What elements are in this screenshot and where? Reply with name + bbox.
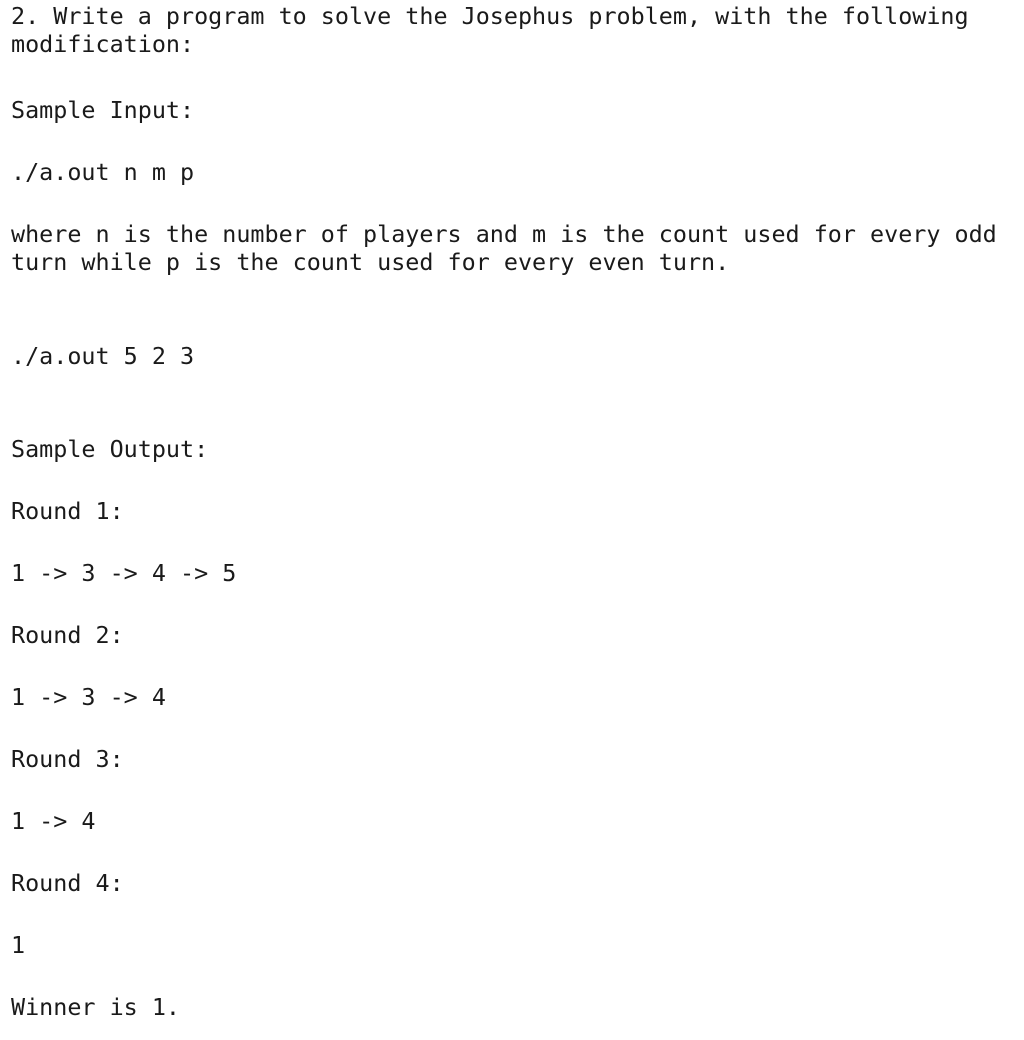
round-4-heading: Round 4:	[11, 869, 124, 897]
round-3-sequence-line-1: 1 -> 4	[11, 807, 96, 835]
sample-input-heading-line-1: Sample Input:	[11, 96, 195, 124]
usage-line: ./a.out n m p	[11, 158, 194, 186]
example-invocation: ./a.out 5 2 3	[11, 342, 194, 370]
question-prompt-line-2: modification:	[11, 30, 195, 58]
round-4-heading-line-1: Round 4:	[11, 869, 124, 897]
sample-output-heading-line-1: Sample Output:	[11, 435, 209, 463]
round-2-sequence: 1 -> 3 -> 4	[11, 683, 166, 711]
round-2-heading-line-1: Round 2:	[11, 621, 124, 649]
round-1-sequence-line-1: 1 -> 3 -> 4 -> 5	[11, 559, 237, 587]
round-4-sequence-line-1: 1	[11, 931, 26, 959]
document-body: 2. Write a program to solve the Josephus…	[0, 0, 1024, 1040]
parameter-description: where n is the number of players and m i…	[11, 220, 997, 276]
round-1-sequence: 1 -> 3 -> 4 -> 5	[11, 559, 236, 587]
winner-line: Winner is 1.	[11, 993, 180, 1021]
round-3-heading-line-1: Round 3:	[11, 745, 124, 773]
sample-input-heading: Sample Input:	[11, 96, 194, 124]
winner-line-line-1: Winner is 1.	[11, 993, 180, 1021]
question-prompt-line-1: 2. Write a program to solve the Josephus…	[11, 2, 969, 30]
round-3-heading: Round 3:	[11, 745, 124, 773]
parameter-description-line-2: turn while p is the count used for every…	[11, 248, 730, 276]
round-4-sequence: 1	[11, 931, 25, 959]
sample-output-heading: Sample Output:	[11, 435, 208, 463]
round-1-heading-line-1: Round 1:	[11, 497, 124, 525]
question-prompt: 2. Write a program to solve the Josephus…	[11, 2, 969, 58]
round-3-sequence: 1 -> 4	[11, 807, 96, 835]
usage-line-line-1: ./a.out n m p	[11, 158, 195, 186]
example-invocation-line-1: ./a.out 5 2 3	[11, 342, 195, 370]
parameter-description-line-1: where n is the number of players and m i…	[11, 220, 997, 248]
round-1-heading: Round 1:	[11, 497, 124, 525]
round-2-sequence-line-1: 1 -> 3 -> 4	[11, 683, 166, 711]
round-2-heading: Round 2:	[11, 621, 124, 649]
